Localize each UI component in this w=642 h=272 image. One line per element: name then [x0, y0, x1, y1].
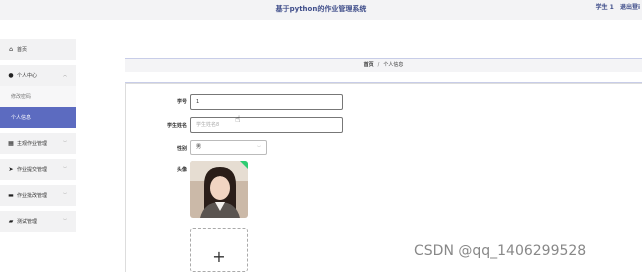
sidebar-item-personal-center[interactable]: ● 个人中心 ︿	[0, 65, 76, 86]
gender-label: 性别	[176, 146, 187, 152]
sidebar-item-change-password[interactable]: 修改密码	[0, 86, 76, 107]
comment-icon: ▬	[8, 192, 14, 199]
plus-icon: +	[212, 247, 226, 266]
breadcrumb-current: 个人信息	[383, 62, 404, 68]
app-title: 基于python的作业管理系统	[275, 5, 367, 13]
breadcrumb-separator: /	[377, 62, 380, 68]
user-icon: ●	[8, 72, 14, 79]
sidebar-item-label: 主观作业管理	[17, 141, 48, 147]
student-id-label: 学号	[176, 99, 187, 105]
chevron-down-icon: ﹀	[63, 140, 67, 145]
sidebar-item-label: 修改密码	[11, 94, 32, 100]
chevron-down-icon: ﹀	[257, 145, 261, 150]
chevron-down-icon: ﹀	[63, 218, 67, 223]
sidebar-item-label: 个人中心	[17, 73, 38, 79]
sidebar-item-home[interactable]: ⌂ 首页	[0, 39, 76, 60]
avatar-upload-button[interactable]: +	[190, 228, 248, 272]
sidebar-item-personal-info[interactable]: 个人信息	[0, 107, 76, 128]
mouse-cursor-icon: ☝	[235, 115, 241, 125]
logout-link[interactable]: 退出登i	[620, 4, 640, 11]
gender-select[interactable]: 男 ﹀	[190, 140, 267, 155]
sidebar-item-label: 个人信息	[11, 115, 32, 121]
current-user[interactable]: 学生 1	[596, 4, 614, 11]
avatar-portrait	[190, 161, 248, 218]
sidebar-item-subjective-homework[interactable]: ▦ 主观作业管理 ﹀	[0, 133, 76, 154]
student-id-field[interactable]: 1	[190, 94, 343, 110]
watermark: CSDN @qq_1406299528	[414, 243, 587, 259]
sidebar-item-label: 测试管理	[17, 219, 38, 225]
breadcrumb: 首页 / 个人信息	[125, 58, 642, 72]
chevron-down-icon: ﹀	[63, 166, 67, 171]
sidebar-item-label: 首页	[17, 47, 28, 53]
student-name-field[interactable]: 学生姓名8	[190, 117, 343, 133]
sidebar-item-homework-submission[interactable]: ➤ 作业提交管理 ﹀	[0, 159, 76, 180]
sidebar-item-label: 作业提交管理	[17, 167, 48, 173]
avatar-image	[190, 161, 248, 218]
sidebar: ⌂ 首页 ● 个人中心 ︿ 修改密码 个人信息 ▦ 主观作业管理 ﹀ ➤ 作业提…	[0, 39, 76, 237]
home-icon: ⌂	[9, 46, 13, 53]
gender-select-value: 男	[196, 144, 202, 150]
chevron-up-icon: ︿	[63, 72, 67, 77]
sidebar-item-homework-grading[interactable]: ▬ 作业批改管理 ﹀	[0, 185, 76, 206]
avatar-label: 头像	[176, 167, 187, 173]
student-name-label: 学生姓名	[166, 123, 187, 129]
sidebar-item-test-management[interactable]: ▰ 测试管理 ﹀	[0, 211, 76, 232]
breadcrumb-home[interactable]: 首页	[364, 62, 374, 68]
sidebar-item-label: 作业批改管理	[17, 193, 48, 199]
ticket-icon: ▰	[8, 218, 14, 225]
send-icon: ➤	[8, 166, 14, 173]
user-area: 学生 1 退出登i	[592, 2, 640, 11]
chevron-down-icon: ﹀	[63, 192, 67, 197]
grid-icon: ▦	[8, 140, 14, 147]
